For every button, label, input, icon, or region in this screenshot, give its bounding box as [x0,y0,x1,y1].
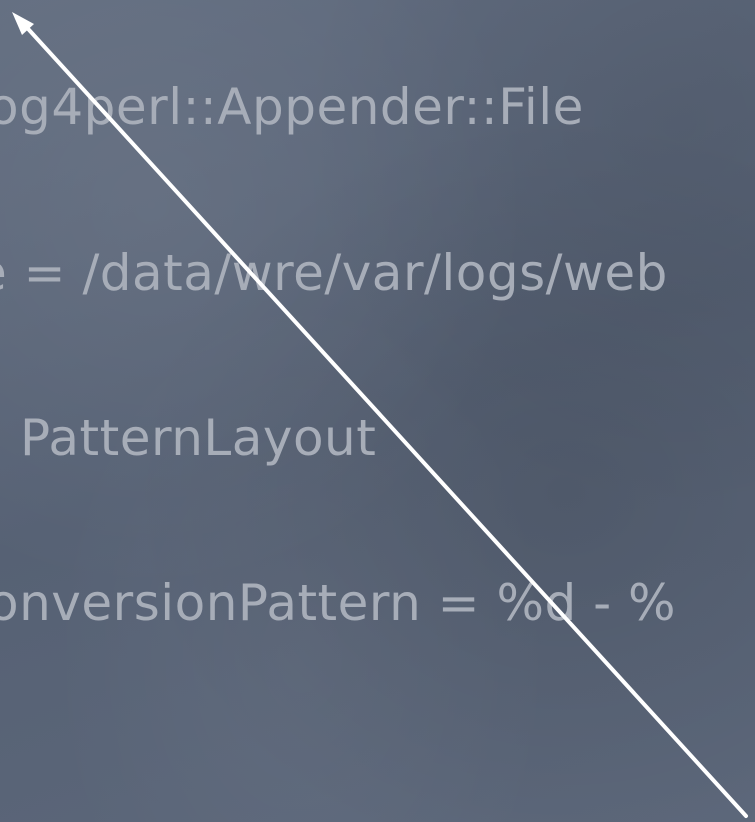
diagonal-arrow-icon [12,12,748,818]
